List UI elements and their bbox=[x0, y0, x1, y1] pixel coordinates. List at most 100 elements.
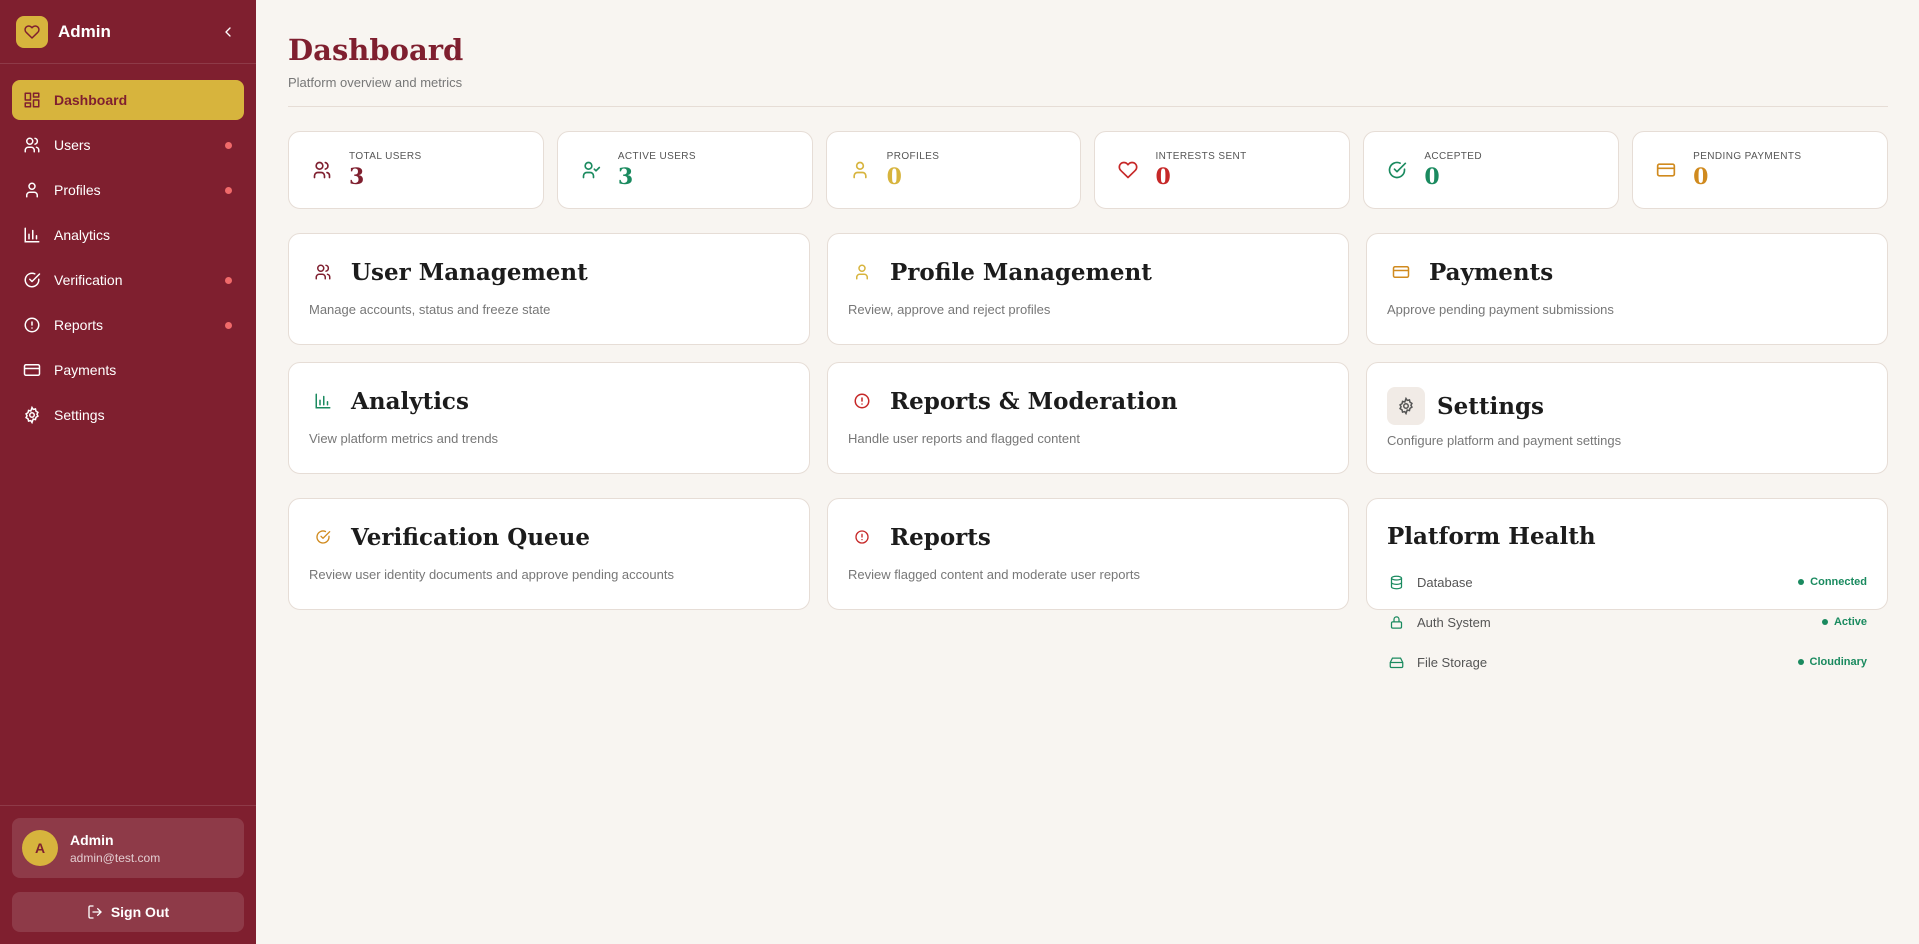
hard-drive-icon bbox=[1387, 653, 1405, 671]
sidebar-item-label: Reports bbox=[54, 317, 104, 333]
user-email: admin@test.com bbox=[70, 850, 161, 865]
card-payments[interactable]: Payments Approve pending payment submiss… bbox=[1366, 233, 1888, 345]
sidebar-item-payments[interactable]: Payments bbox=[12, 350, 244, 390]
gear-icon bbox=[22, 405, 42, 425]
sidebar-item-label: Dashboard bbox=[54, 92, 128, 108]
heart-icon bbox=[1117, 159, 1139, 181]
alert-circle-icon bbox=[22, 315, 42, 335]
card-verification-queue[interactable]: Verification Queue Review user identity … bbox=[288, 498, 810, 610]
avatar: A bbox=[22, 830, 58, 866]
check-circle-icon bbox=[1386, 159, 1408, 181]
sign-out-button[interactable]: Sign Out bbox=[12, 892, 244, 932]
notification-dot bbox=[225, 141, 232, 149]
card-description: Configure platform and payment settings bbox=[1387, 433, 1622, 448]
lock-icon bbox=[1387, 613, 1405, 631]
chevron-left-icon bbox=[225, 26, 231, 37]
check-circle-icon bbox=[309, 523, 337, 551]
page-title: Dashboard bbox=[288, 33, 464, 67]
sidebar-item-label: Settings bbox=[54, 407, 105, 423]
card-user-management[interactable]: User Management Manage accounts, status … bbox=[288, 233, 810, 345]
stat-card-accepted: ACCEPTED 0 bbox=[1363, 131, 1620, 209]
heart-logo-icon bbox=[16, 15, 48, 48]
health-item-name: Auth System bbox=[1417, 614, 1491, 630]
notification-dot bbox=[225, 186, 232, 194]
card-description: Handle user reports and flagged content bbox=[848, 431, 1080, 446]
stat-label: PROFILES bbox=[886, 150, 940, 162]
stat-value: 3 bbox=[617, 163, 634, 190]
stat-card-active-users: ACTIVE USERS 3 bbox=[556, 131, 813, 209]
health-item-name: File Storage bbox=[1417, 654, 1488, 670]
check-circle-icon bbox=[22, 270, 42, 290]
health-row-auth-system: Auth System Active bbox=[1387, 602, 1867, 642]
sidebar-item-users[interactable]: Users bbox=[12, 125, 244, 165]
sidebar-item-reports[interactable]: Reports bbox=[12, 305, 244, 345]
card-title: Payments bbox=[1429, 258, 1554, 286]
sidebar-item-settings[interactable]: Settings bbox=[12, 395, 244, 435]
status-badge: Cloudinary bbox=[1798, 656, 1867, 668]
user-icon bbox=[849, 159, 871, 181]
stat-label: ACTIVE USERS bbox=[617, 150, 696, 162]
health-row-file-storage: File Storage Cloudinary bbox=[1387, 642, 1867, 682]
card-title: Analytics bbox=[351, 387, 469, 415]
card-settings[interactable]: Settings Configure platform and payment … bbox=[1366, 362, 1888, 474]
brand-name: Admin bbox=[58, 21, 111, 41]
card-description: Approve pending payment submissions bbox=[1387, 302, 1614, 317]
management-cards: User Management Manage accounts, status … bbox=[288, 233, 1888, 670]
card-title: Reports & Moderation bbox=[890, 387, 1178, 415]
stat-label: INTERESTS SENT bbox=[1155, 150, 1247, 162]
sidebar-item-analytics[interactable]: Analytics bbox=[12, 215, 244, 255]
card-analytics[interactable]: Analytics View platform metrics and tren… bbox=[288, 362, 810, 474]
credit-card-icon bbox=[1655, 159, 1677, 181]
card-description: View platform metrics and trends bbox=[309, 431, 499, 446]
sidebar-item-verification[interactable]: Verification bbox=[12, 260, 244, 300]
card-title: Reports bbox=[890, 523, 991, 551]
collapse-sidebar-button[interactable] bbox=[216, 20, 240, 44]
bar-chart-icon bbox=[309, 387, 337, 415]
sidebar-item-label: Verification bbox=[54, 272, 123, 288]
notification-dot bbox=[225, 276, 232, 284]
stat-value: 3 bbox=[349, 163, 365, 190]
stat-label: ACCEPTED bbox=[1424, 150, 1482, 162]
main-content: Dashboard Platform overview and metrics … bbox=[288, 0, 1888, 670]
card-description: Review user identity documents and appro… bbox=[309, 567, 674, 582]
card-reports[interactable]: Reports Review flagged content and moder… bbox=[827, 498, 1349, 610]
stat-value: 0 bbox=[886, 163, 902, 190]
card-description: Review flagged content and moderate user… bbox=[848, 567, 1140, 582]
card-title: Verification Queue bbox=[351, 523, 591, 551]
user-icon bbox=[848, 258, 876, 286]
sidebar-nav: Dashboard Users Profiles Analytics Verif… bbox=[0, 64, 256, 456]
credit-card-icon bbox=[1387, 258, 1415, 286]
sidebar-item-dashboard[interactable]: Dashboard bbox=[12, 80, 244, 120]
status-badge: Connected bbox=[1798, 576, 1867, 588]
user-icon bbox=[22, 180, 42, 200]
status-badge: Active bbox=[1822, 616, 1867, 628]
database-icon bbox=[1387, 573, 1405, 591]
user-check-icon bbox=[580, 159, 602, 181]
stat-card-interests-sent: INTERESTS SENT 0 bbox=[1094, 131, 1351, 209]
stat-value: 0 bbox=[1155, 163, 1171, 190]
sidebar-footer: A Admin admin@test.com Sign Out bbox=[0, 805, 256, 944]
bar-chart-icon bbox=[22, 225, 42, 245]
stats-row: TOTAL USERS 3 ACTIVE USERS 3 PROFILES 0 … bbox=[288, 131, 1888, 209]
platform-health-panel: Platform Health Database Connected Auth … bbox=[1366, 498, 1888, 670]
users-icon bbox=[309, 258, 337, 286]
stat-card-pending-payments: PENDING PAYMENTS 0 bbox=[1632, 131, 1888, 209]
card-description: Manage accounts, status and freeze state bbox=[309, 302, 551, 317]
card-description: Review, approve and reject profiles bbox=[848, 302, 1051, 317]
sidebar-item-label: Analytics bbox=[54, 227, 111, 243]
credit-card-icon bbox=[22, 360, 42, 380]
card-profile-management[interactable]: Profile Management Review, approve and r… bbox=[827, 233, 1349, 345]
sidebar-item-profiles[interactable]: Profiles bbox=[12, 170, 244, 210]
health-row-database: Database Connected bbox=[1387, 562, 1867, 602]
stat-label: TOTAL USERS bbox=[349, 150, 422, 162]
sidebar-header: Admin bbox=[0, 0, 256, 64]
card-title: User Management bbox=[351, 258, 588, 286]
dashboard-icon bbox=[22, 90, 42, 110]
stat-value: 0 bbox=[1693, 163, 1709, 190]
card-reports-moderation[interactable]: Reports & Moderation Handle user reports… bbox=[827, 362, 1349, 474]
alert-circle-icon bbox=[848, 387, 876, 415]
health-item-name: Database bbox=[1417, 574, 1473, 590]
stat-card-total-users: TOTAL USERS 3 bbox=[288, 131, 544, 209]
users-icon bbox=[22, 135, 42, 155]
user-card: A Admin admin@test.com bbox=[12, 818, 244, 878]
